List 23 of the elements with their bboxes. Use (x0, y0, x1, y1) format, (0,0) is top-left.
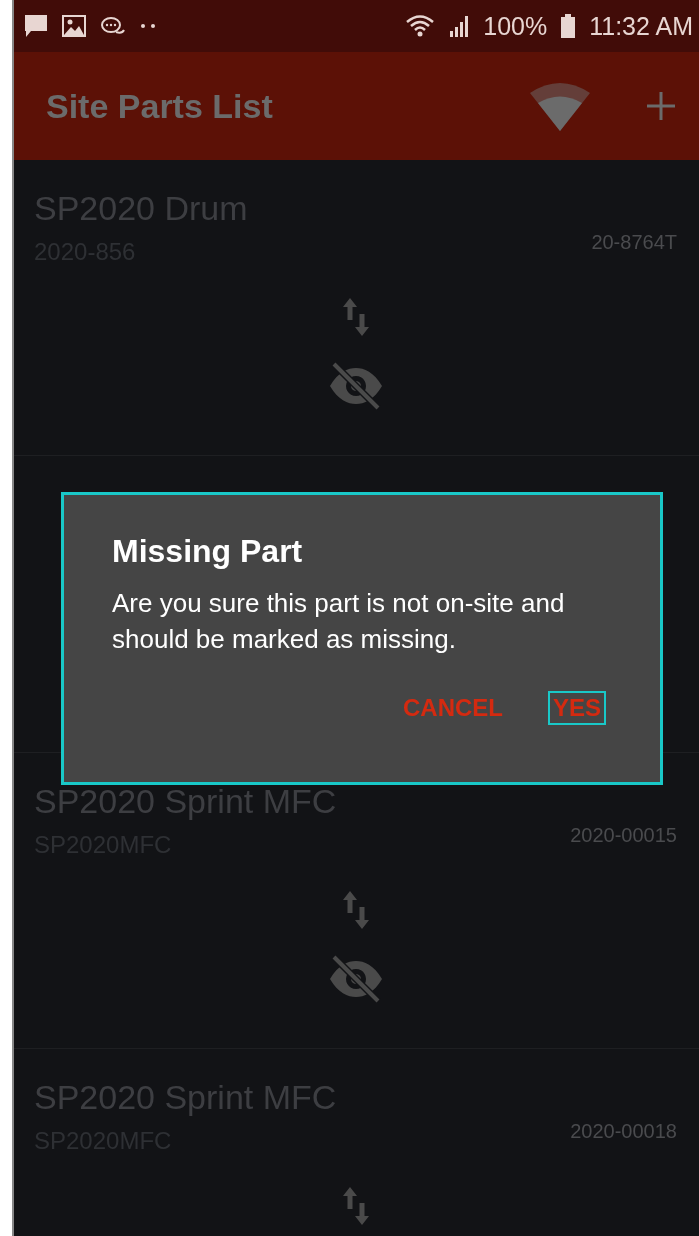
clock: 11:32 AM (589, 11, 693, 41)
app-title: Site Parts List (46, 86, 274, 126)
confirm-button[interactable]: YES (547, 691, 606, 725)
eye-off-icon[interactable] (327, 362, 384, 410)
dialog-message: Are you sure this part is not on-site and should be marked as missing. (112, 587, 566, 656)
more-notifications-icon (140, 23, 156, 29)
signal-icon (449, 15, 470, 37)
serial-number: 2020-00015 (570, 823, 677, 847)
wifi-icon (405, 14, 436, 38)
dialog-title: Missing Part (112, 532, 304, 571)
serial-number: 2020-00018 (570, 1119, 677, 1143)
eye-off-icon[interactable] (327, 955, 384, 1003)
add-icon[interactable] (647, 92, 675, 120)
swap-arrows-icon[interactable] (342, 298, 369, 336)
serial-number: 20-8764T (591, 230, 677, 254)
battery-percent: 100% (483, 11, 548, 41)
image-icon (62, 15, 86, 37)
swap-arrows-icon[interactable] (342, 1187, 369, 1225)
message-icon (24, 14, 48, 38)
cancel-button[interactable]: CANCEL (397, 691, 508, 725)
swap-arrows-icon[interactable] (342, 891, 369, 929)
battery-icon (561, 14, 576, 38)
wifi-icon[interactable] (529, 81, 591, 131)
